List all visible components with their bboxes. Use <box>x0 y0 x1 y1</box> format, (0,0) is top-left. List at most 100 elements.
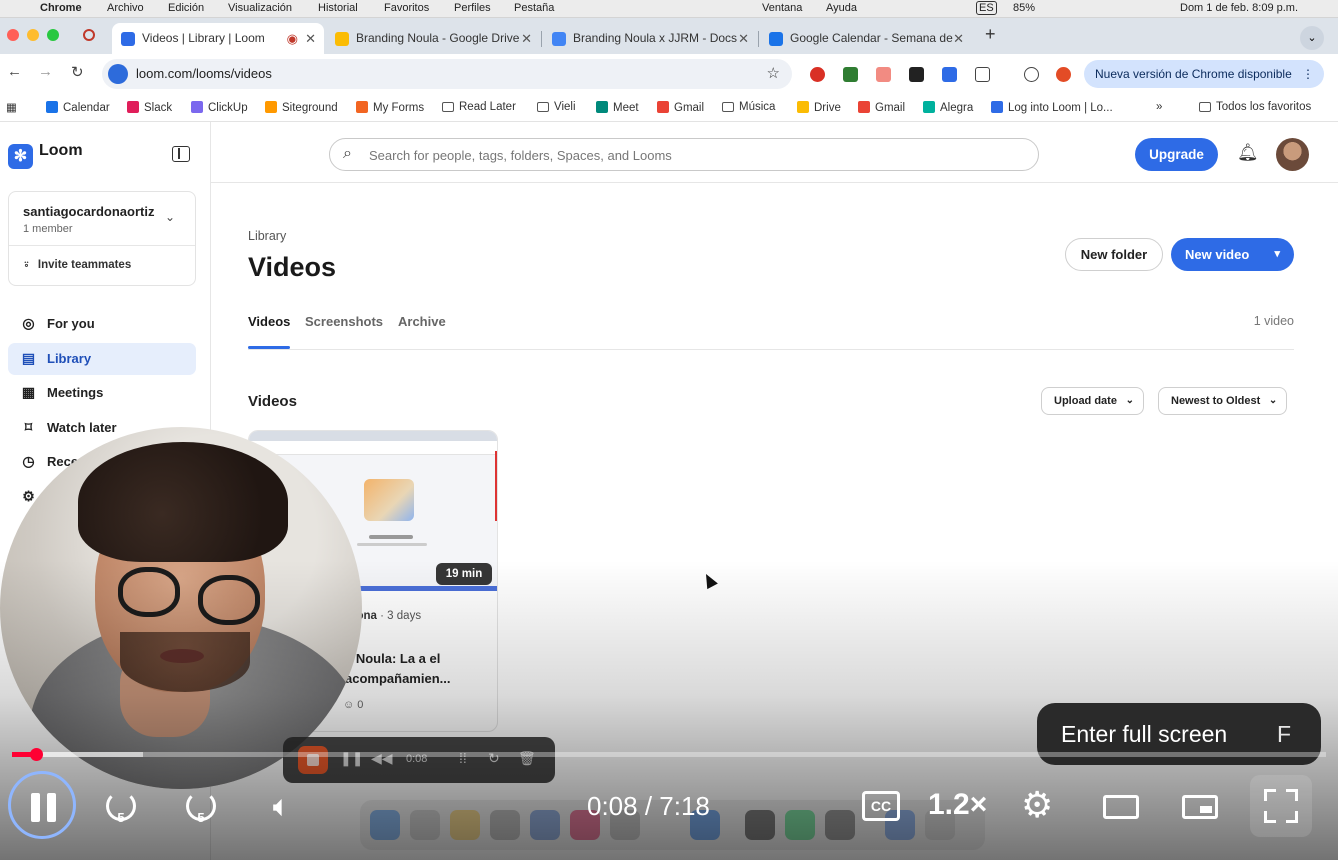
bookmark-item[interactable]: Alegra <box>923 101 973 114</box>
new-tab-icon[interactable]: + <box>985 24 996 45</box>
bookmark-item[interactable]: Vieli <box>537 101 576 113</box>
menu-item[interactable]: Favoritos <box>384 2 429 14</box>
menu-item[interactable]: Ventana <box>762 2 802 14</box>
loom-logo[interactable]: ✻ Loom <box>8 142 83 169</box>
zoom-window-icon[interactable] <box>47 29 59 41</box>
back-icon[interactable]: ← <box>7 63 22 80</box>
menu-clock[interactable]: Dom 1 de feb. 8:09 p.m. <box>1180 2 1298 14</box>
rewind-5-button[interactable]: 5 <box>93 778 149 834</box>
extensions-puzzle-icon[interactable] <box>975 67 990 82</box>
bookmark-item[interactable]: Slack <box>127 101 172 114</box>
extension-icon[interactable] <box>843 67 858 82</box>
menu-item[interactable]: Ayuda <box>826 2 857 14</box>
menu-item[interactable]: Edición <box>168 2 204 14</box>
forward-5-button[interactable]: 5 <box>173 778 229 834</box>
search-input[interactable] <box>369 145 1019 165</box>
reload-icon[interactable]: ↻ <box>71 63 84 81</box>
tab-loom-videos[interactable]: Videos | Library | Loom ◉ ✕ <box>112 23 324 54</box>
miniplayer-button[interactable] <box>1182 795 1218 819</box>
notes-icon[interactable] <box>450 810 480 840</box>
bookmark-item[interactable]: Drive <box>797 101 841 114</box>
site-info-icon[interactable] <box>108 64 128 84</box>
bookmark-item[interactable]: Read Later <box>442 101 516 113</box>
tab-videos[interactable]: Videos <box>248 314 291 349</box>
bookmark-item[interactable]: Meet <box>596 101 639 114</box>
more-menu-icon[interactable]: ⋮ <box>1302 60 1314 88</box>
upgrade-button[interactable]: Upgrade <box>1135 138 1218 171</box>
chrome-update-button[interactable]: Nueva versión de Chrome disponible ⋮ <box>1084 60 1324 88</box>
notion-icon[interactable] <box>745 810 775 840</box>
menu-item[interactable]: Visualización <box>228 2 292 14</box>
app-icon[interactable] <box>490 810 520 840</box>
breadcrumb[interactable]: Library <box>248 229 286 243</box>
new-video-button[interactable]: New video ▾ <box>1171 238 1294 271</box>
theater-mode-button[interactable] <box>1103 795 1139 819</box>
close-tab-icon[interactable]: ✕ <box>521 23 532 54</box>
captions-button[interactable]: CC <box>862 791 900 821</box>
minimize-window-icon[interactable] <box>27 29 39 41</box>
new-folder-button[interactable]: New folder <box>1065 238 1163 271</box>
tab-docs[interactable]: Branding Noula x JJRM - Docs ✕ <box>543 23 757 54</box>
sort-by-dropdown[interactable]: Upload date ⌄ <box>1041 387 1144 415</box>
tab-drive[interactable]: Branding Noula - Google Drive ✕ <box>326 23 540 54</box>
avatar[interactable] <box>1276 138 1309 171</box>
tab-screenshots[interactable]: Screenshots <box>305 314 383 329</box>
sidebar-item-library[interactable]: ▤ Library <box>8 343 196 375</box>
bookmark-item[interactable]: Siteground <box>265 101 338 114</box>
close-tab-icon[interactable]: ✕ <box>738 23 749 54</box>
profile-extension-icon[interactable] <box>1056 67 1071 82</box>
apps-grid-icon[interactable] <box>909 67 924 82</box>
more-bookmarks-icon[interactable]: » <box>1156 101 1162 113</box>
sidebar-item-meetings[interactable]: ▦ Meetings <box>8 377 196 409</box>
bookmark-item[interactable]: Música <box>722 101 775 113</box>
input-language[interactable]: ES <box>976 1 997 15</box>
volume-button[interactable]: 🔈︎ <box>253 778 309 834</box>
close-window-icon[interactable] <box>7 29 19 41</box>
video-title[interactable]: e Noula: La a el acompañamien... <box>345 649 491 689</box>
whatsapp-icon[interactable] <box>785 810 815 840</box>
apps-icon[interactable]: ▦ <box>6 100 17 114</box>
performance-icon[interactable] <box>1024 67 1039 82</box>
bookmark-item[interactable]: My Forms <box>356 101 424 114</box>
chevron-down-icon[interactable]: ▾ <box>1274 238 1280 271</box>
playback-speed-button[interactable]: 1.2× <box>928 788 987 822</box>
all-bookmarks-folder[interactable]: Todos los favoritos <box>1199 101 1311 113</box>
address-bar[interactable]: loom.com/looms/videos ☆ <box>102 59 792 89</box>
menu-item[interactable]: Archivo <box>107 2 144 14</box>
fullscreen-button[interactable] <box>1250 775 1312 837</box>
progress-bar[interactable] <box>12 748 1326 761</box>
app-icon[interactable] <box>530 810 560 840</box>
forward-icon[interactable]: → <box>38 63 53 80</box>
notifications-bell-icon[interactable]: 🔔︎ <box>1237 143 1259 163</box>
sidebar-item-for-you[interactable]: ◎ For you <box>8 308 196 340</box>
bookmark-item[interactable]: Gmail <box>657 101 704 114</box>
tab-calendar[interactable]: Google Calendar - Semana de ✕ <box>760 23 972 54</box>
search-bar[interactable]: ⌕ <box>329 138 1039 171</box>
order-dropdown[interactable]: Newest to Oldest ⌄ <box>1158 387 1288 415</box>
bookmark-star-icon[interactable]: ☆ <box>767 64 780 82</box>
tab-search-icon[interactable]: ⌄ <box>1300 26 1324 50</box>
bookmark-item[interactable]: Gmail <box>858 101 905 114</box>
bookmark-item[interactable]: Calendar <box>46 101 110 114</box>
menu-item[interactable]: Historial <box>318 2 358 14</box>
finder-icon[interactable] <box>370 810 400 840</box>
bookmark-item[interactable]: ClickUp <box>191 101 248 114</box>
chevron-down-icon[interactable]: ⌄ <box>165 210 175 224</box>
menu-app[interactable]: Chrome <box>40 2 82 14</box>
menu-item[interactable]: Pestaña <box>514 2 554 14</box>
pause-button[interactable] <box>8 771 76 839</box>
webcam-bubble[interactable] <box>0 427 362 789</box>
app-icon[interactable] <box>410 810 440 840</box>
settings-gear-icon[interactable]: ⚙ <box>1021 785 1053 825</box>
tab-archive[interactable]: Archive <box>398 314 446 329</box>
loom-extension-icon[interactable] <box>942 67 957 82</box>
close-tab-icon[interactable]: ✕ <box>953 23 964 54</box>
close-tab-icon[interactable]: ✕ <box>305 23 316 54</box>
adblock-extension-icon[interactable] <box>810 67 825 82</box>
collapse-sidebar-icon[interactable] <box>172 146 190 162</box>
stop-recording-button[interactable] <box>298 746 328 774</box>
cart-extension-icon[interactable] <box>876 67 891 82</box>
bookmark-item[interactable]: Log into Loom | Lo... <box>991 101 1113 114</box>
invite-teammates-button[interactable]: ⍤ Invite teammates <box>23 259 131 272</box>
battery-level[interactable]: 85% <box>1013 2 1035 14</box>
